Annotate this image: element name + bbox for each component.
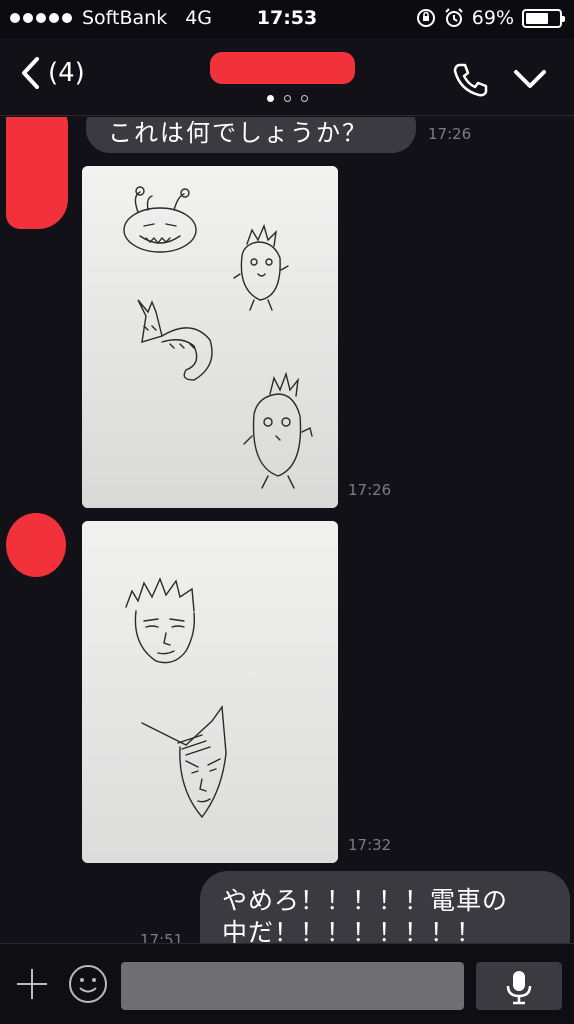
incoming-message-bubble[interactable]: これは何でしょうか？ [86, 117, 416, 153]
page-dot [283, 95, 291, 102]
message-text: これは何でしょうか？ [108, 119, 368, 147]
battery-fill [526, 12, 548, 24]
phone-icon [453, 63, 488, 97]
voice-message-button[interactable] [476, 962, 562, 1010]
message-list[interactable]: これは何でしょうか？ 17:26 17:26 17:32 17:51 やめろ！！… [0, 117, 574, 943]
image-message-drawings-1[interactable] [82, 166, 338, 508]
page-dot [300, 95, 308, 102]
redacted-avatar [6, 513, 66, 577]
outgoing-message-bubble[interactable]: やめろ！！！！！電車の 中だ！！！！！！！！ [200, 871, 570, 943]
page-dot [266, 95, 274, 102]
battery-percent: 69% [471, 7, 514, 29]
message-composer [0, 943, 574, 1024]
redacted-avatar [6, 117, 68, 229]
message-text-line-1: やめろ！！！！！電車の [222, 886, 509, 915]
message-timestamp: 17:26 [428, 125, 472, 143]
menu-toggle-button[interactable] [510, 60, 550, 100]
rotation-lock-icon [416, 9, 435, 27]
message-timestamp: 17:26 [348, 481, 392, 499]
chat-header: (4) [0, 38, 574, 116]
message-input[interactable] [121, 962, 464, 1010]
sketch-drawing-image [82, 521, 338, 863]
call-button[interactable] [450, 60, 490, 100]
chevron-down-icon [514, 70, 546, 88]
image-message-drawings-2[interactable] [82, 521, 338, 863]
message-text-line-2: 中だ！！！！！！！！ [222, 918, 483, 943]
message-timestamp: 17:51 [140, 931, 184, 943]
emoji-button[interactable] [68, 964, 108, 1004]
back-button[interactable]: (4) [20, 56, 85, 90]
back-chevron-icon [22, 57, 39, 89]
battery-icon [522, 8, 565, 28]
back-unread-count: (4) [48, 58, 85, 88]
status-right: 69% [416, 7, 565, 29]
plus-icon [17, 969, 47, 999]
sketch-drawing-image [82, 166, 338, 508]
emoji-icon [69, 965, 107, 1003]
redacted-chat-title [210, 52, 355, 84]
status-bar: SoftBank 4G 17:53 69% [0, 0, 574, 38]
microphone-icon [506, 971, 532, 1005]
attach-button[interactable] [14, 966, 50, 1002]
message-timestamp: 17:32 [348, 836, 392, 854]
alarm-icon [445, 8, 463, 27]
